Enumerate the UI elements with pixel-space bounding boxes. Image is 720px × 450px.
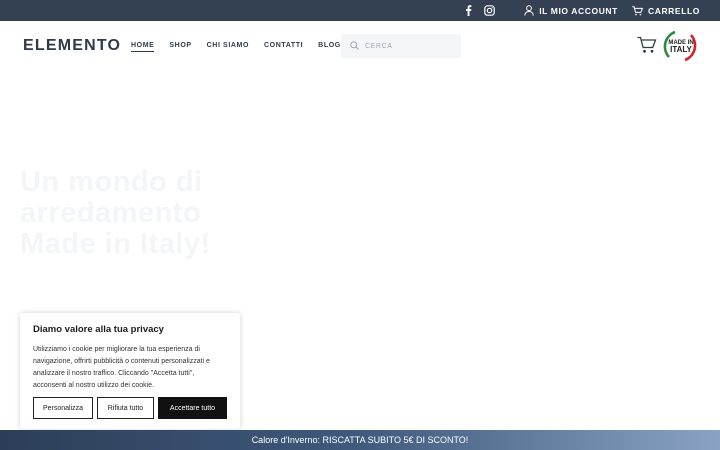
cookie-text: Utilizziamo i cookie per migliorare la t…: [33, 346, 210, 389]
facebook-icon[interactable]: [463, 5, 474, 16]
cart-label: CARRELLO: [647, 5, 700, 16]
nav-item-contatti[interactable]: CONTATTI: [264, 42, 303, 52]
account-link[interactable]: IL MIO ACCOUNT: [523, 5, 618, 16]
promo-text: Calore d'Inverno: RISCATTA SUBITO 5€ DI …: [251, 435, 469, 445]
svg-text:ITALY: ITALY: [670, 45, 692, 54]
instagram-icon[interactable]: [484, 5, 496, 16]
cookie-banner: Diamo valore alla tua privacy Utilizziam…: [20, 313, 240, 429]
top-bar: IL MIO ACCOUNT CARRELLO: [0, 0, 720, 21]
site-logo[interactable]: ELEMENTO: [23, 37, 121, 55]
nav-item-chi-siamo[interactable]: CHI SIAMO: [207, 42, 249, 52]
header-cart-icon[interactable]: [637, 36, 657, 54]
accept-all-button[interactable]: Accettare tutto: [158, 397, 227, 419]
main-header: ELEMENTO HOME SHOP CHI SIAMO CONTATTI BL…: [0, 21, 720, 71]
made-in-italy-badge: MADE IN ITALY: [663, 29, 697, 63]
search-box: [341, 34, 461, 58]
promo-bar[interactable]: Calore d'Inverno: RISCATTA SUBITO 5€ DI …: [0, 430, 720, 450]
nav-item-home[interactable]: HOME: [131, 42, 155, 52]
user-icon: [523, 5, 534, 16]
account-label: IL MIO ACCOUNT: [539, 5, 618, 16]
customize-button[interactable]: Personalizza: [33, 397, 93, 419]
cart-icon: [632, 5, 643, 16]
search-icon: [350, 37, 359, 55]
cookie-buttons: Personalizza Rifiuta tutto Accettare tut…: [33, 397, 227, 419]
nav-item-blog[interactable]: BLOG: [318, 42, 341, 52]
reject-all-button[interactable]: Rifiuta tutto: [97, 397, 154, 419]
search-input[interactable]: [365, 42, 455, 50]
hero-heading: Un mondo di arredamento Made in Italy!: [20, 166, 211, 260]
main-nav: HOME SHOP CHI SIAMO CONTATTI BLOG: [131, 42, 341, 52]
social-links: [463, 5, 496, 16]
nav-item-shop[interactable]: SHOP: [169, 42, 191, 52]
cart-link[interactable]: CARRELLO: [632, 5, 700, 16]
cookie-title: Diamo valore alla tua privacy: [33, 324, 164, 335]
